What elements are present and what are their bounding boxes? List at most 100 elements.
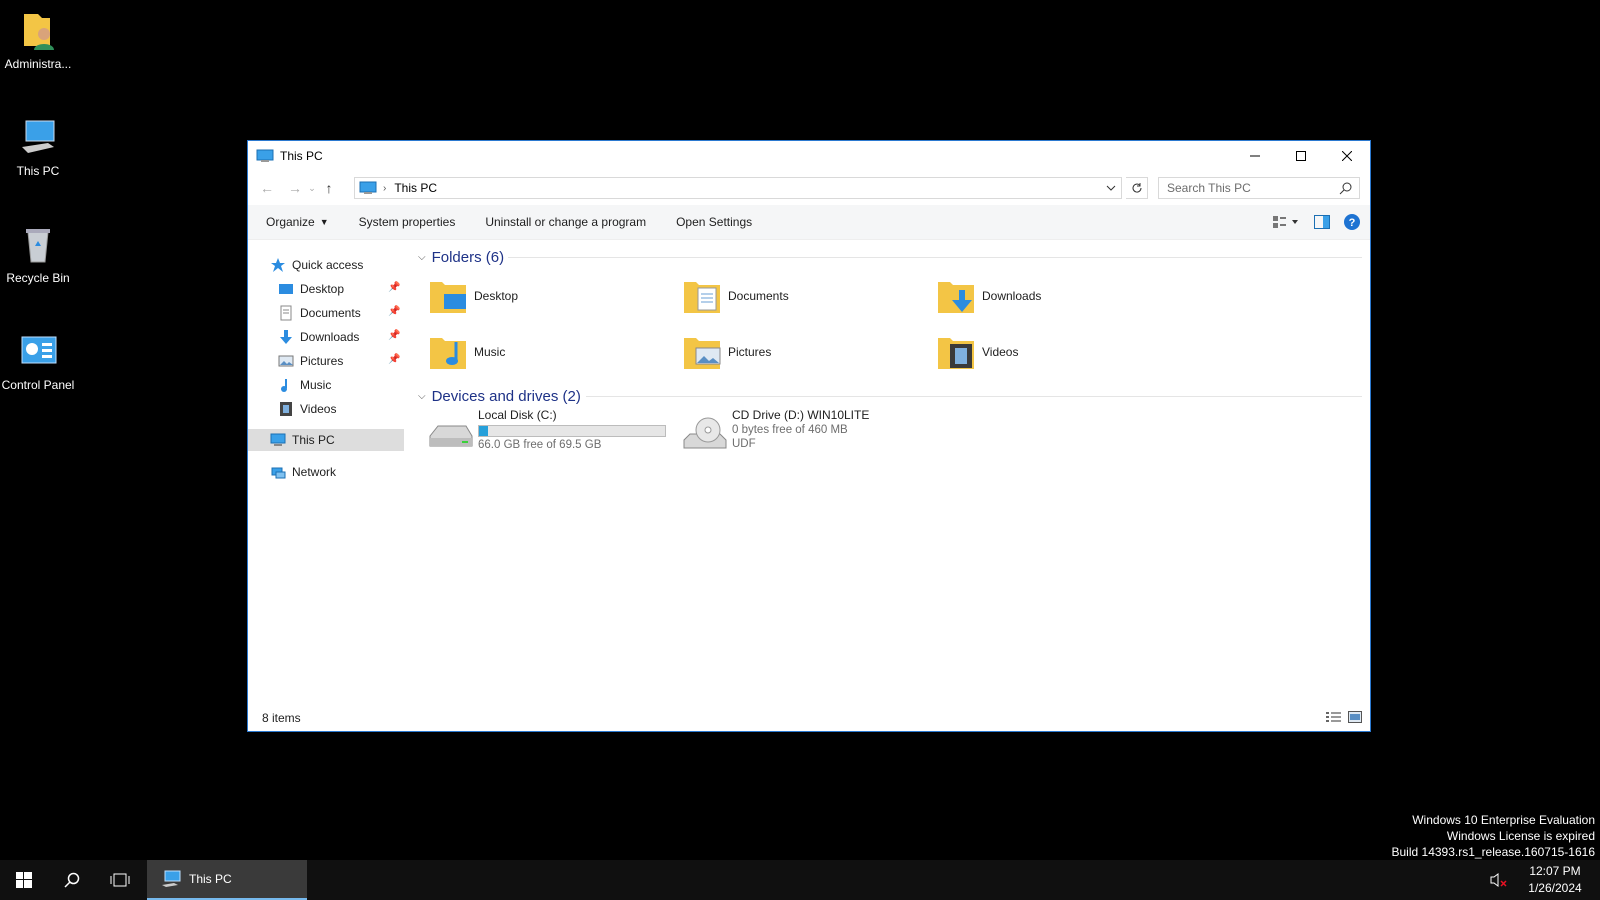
nav-item-documents[interactable]: Documents	[278, 302, 361, 324]
chevron-down-icon[interactable]	[1105, 181, 1117, 195]
breadcrumb-this-pc[interactable]: This PC	[394, 181, 437, 195]
details-view-icon[interactable]	[1326, 711, 1342, 723]
folder-tile-pictures[interactable]: Pictures	[682, 332, 771, 372]
folder-tile-documents[interactable]: Documents	[682, 276, 789, 316]
maximize-button[interactable]	[1278, 141, 1324, 171]
drive-tile-d[interactable]: CD Drive (D:) WIN10LITE 0 bytes free of …	[680, 408, 869, 454]
desktop-icon-recycle-bin[interactable]: Recycle Bin	[0, 224, 76, 285]
group-title: Devices and drives (2)	[431, 387, 581, 405]
task-view-button[interactable]	[96, 860, 144, 900]
nav-item-music[interactable]: Music	[278, 374, 331, 396]
search-icon[interactable]	[1339, 181, 1353, 195]
item-count: 8 items	[262, 711, 301, 725]
music-folder-icon	[430, 338, 466, 369]
nav-item-downloads[interactable]: Downloads	[278, 326, 359, 348]
documents-icon	[280, 305, 292, 321]
taskbar-app-this-pc[interactable]: This PC	[147, 860, 307, 900]
folder-tile-desktop[interactable]: Desktop	[428, 276, 518, 316]
nav-item-pictures[interactable]: Pictures	[278, 350, 343, 372]
uninstall-label: Uninstall or change a program	[485, 215, 647, 229]
downloads-folder-icon	[938, 282, 974, 313]
search-icon	[64, 872, 80, 888]
recent-locations-button[interactable]: ⌄	[306, 177, 318, 199]
desktop-icon-this-pc[interactable]: This PC	[0, 117, 76, 178]
drive-name: Local Disk (C:)	[478, 408, 557, 422]
explorer-body: Quick access Desktop 📌 Documents 📌 Downl…	[248, 240, 1370, 705]
pin-icon: 📌	[388, 282, 401, 293]
clock-date: 1/26/2024	[1528, 881, 1582, 895]
chevron-right-icon: ›	[383, 182, 387, 194]
preview-pane-icon[interactable]	[1314, 215, 1330, 229]
computer-icon	[256, 149, 274, 162]
forward-arrow-icon: →	[288, 180, 302, 196]
volume-muted-icon[interactable]	[1490, 872, 1508, 888]
search-input[interactable]	[1165, 180, 1339, 196]
search-button[interactable]	[48, 860, 96, 900]
desktop-icon-control-panel[interactable]: Control Panel	[0, 331, 76, 392]
open-settings-label: Open Settings	[676, 215, 753, 229]
address-bar[interactable]: › This PC	[354, 177, 1122, 199]
search-box[interactable]	[1158, 177, 1360, 199]
navigation-pane: Quick access Desktop 📌 Documents 📌 Downl…	[248, 240, 404, 705]
open-settings-button[interactable]: Open Settings	[661, 205, 767, 239]
uninstall-program-button[interactable]: Uninstall or change a program	[470, 205, 661, 239]
system-properties-button[interactable]: System properties	[344, 205, 471, 239]
drive-free-space: 66.0 GB free of 69.5 GB	[478, 439, 602, 451]
system-tray: 12:07 PM 1/26/2024	[1490, 860, 1600, 900]
drives-group-header[interactable]: ⌵ Devices and drives (2)	[418, 385, 581, 407]
nav-network[interactable]: Network	[270, 461, 336, 483]
folder-tile-music[interactable]: Music	[428, 332, 505, 372]
forward-button[interactable]: →	[284, 177, 306, 199]
title-bar[interactable]: This PC	[248, 141, 1370, 171]
nav-quick-access[interactable]: Quick access	[270, 254, 363, 276]
nav-item-videos[interactable]: Videos	[278, 398, 336, 420]
folder-label: Videos	[982, 345, 1019, 359]
drive-info: Local Disk (C:) 66.0 GB free of 69.5 GB	[478, 408, 666, 454]
content-pane: ⌵ Folders (6) Desktop Documents Download…	[408, 240, 1370, 705]
watermark-edition: Windows 10 Enterprise Evaluation	[1412, 813, 1595, 827]
chevron-down-icon: ⌄	[308, 182, 316, 193]
up-button[interactable]: ↑	[318, 177, 340, 199]
help-icon[interactable]: ?	[1344, 214, 1360, 230]
star-icon	[271, 258, 285, 272]
nav-label: Desktop	[300, 282, 345, 296]
recycle-bin-icon	[26, 229, 50, 263]
desktop-icon-administrator[interactable]: Administra...	[0, 10, 76, 71]
organize-button[interactable]: Organize ▼	[248, 205, 344, 239]
drive-free-space: 0 bytes free of 460 MB	[732, 424, 848, 436]
computer-icon	[162, 870, 181, 887]
large-icons-view-icon[interactable]	[1348, 711, 1362, 723]
drive-info: CD Drive (D:) WIN10LITE 0 bytes free of …	[732, 408, 869, 454]
folder-tile-downloads[interactable]: Downloads	[936, 276, 1041, 316]
control-panel-icon	[21, 336, 57, 364]
start-button[interactable]	[0, 860, 48, 900]
back-arrow-icon: ←	[260, 180, 274, 196]
chevron-down-icon: ⌵	[418, 390, 426, 402]
nav-this-pc[interactable]: This PC	[248, 429, 404, 451]
up-arrow-icon: ↑	[325, 180, 333, 196]
change-view-icon[interactable]	[1272, 215, 1300, 229]
folder-tile-videos[interactable]: Videos	[936, 332, 1018, 372]
videos-folder-icon	[938, 338, 974, 369]
minimize-button[interactable]	[1232, 141, 1278, 171]
pin-icon: 📌	[388, 330, 401, 341]
group-divider	[586, 396, 1362, 397]
desktop-icon-label: Control Panel	[1, 378, 75, 392]
user-folder-icon	[24, 14, 54, 50]
address-row: ← → ⌄ ↑ › This PC	[248, 171, 1370, 205]
computer-icon	[270, 433, 286, 446]
desktop-icon-label: Recycle Bin	[6, 271, 70, 285]
network-icon	[271, 467, 286, 479]
close-button[interactable]	[1324, 141, 1370, 171]
organize-label: Organize	[266, 215, 315, 229]
nav-item-desktop[interactable]: Desktop	[278, 278, 344, 300]
group-title: Folders (6)	[431, 248, 505, 266]
refresh-button[interactable]	[1126, 177, 1148, 199]
disk-usage-bar	[478, 425, 666, 437]
taskbar: This PC 12:07 PM 1/26/2024	[0, 860, 1600, 900]
back-button[interactable]: ←	[256, 177, 278, 199]
maximize-icon	[1296, 151, 1306, 161]
clock[interactable]: 12:07 PM 1/26/2024	[1518, 863, 1592, 897]
folders-group-header[interactable]: ⌵ Folders (6)	[418, 246, 504, 268]
drive-tile-c[interactable]: Local Disk (C:) 66.0 GB free of 69.5 GB	[426, 408, 666, 454]
